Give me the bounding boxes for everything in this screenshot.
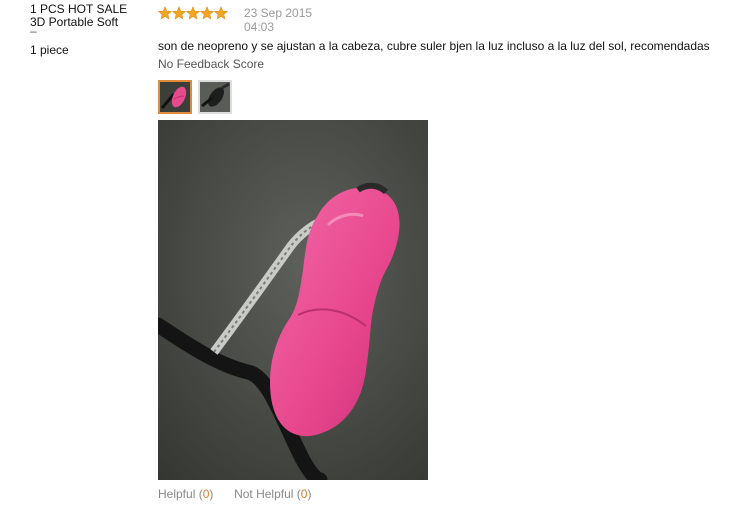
review-photo[interactable] [158, 120, 428, 480]
feedback-score: No Feedback Score [158, 57, 265, 71]
helpfulness-votes: Helpful (0) Not Helpful (0) [158, 487, 311, 501]
not-helpful-button[interactable]: Not Helpful (0) [234, 487, 311, 501]
product-title-line2: 3D Portable Soft [30, 15, 119, 29]
star-icon [214, 6, 228, 20]
star-icon [158, 6, 172, 20]
not-helpful-label: Not Helpful [234, 487, 294, 501]
star-icon [186, 6, 200, 20]
pink-mask-thumbnail[interactable] [158, 80, 192, 114]
black-mask-thumbnail[interactable] [198, 80, 232, 114]
star-rating [158, 6, 228, 20]
helpful-count-close: ) [209, 487, 214, 501]
photo-thumbnails [158, 80, 232, 114]
product-title-dash: – [30, 29, 145, 35]
review-date: 23 Sep 2015 04:03 [244, 6, 312, 34]
helpful-label: Helpful [158, 487, 196, 501]
star-icon [172, 6, 186, 20]
helpful-button[interactable]: Helpful (0) [158, 487, 213, 501]
star-icon [200, 6, 214, 20]
product-title[interactable]: 1 PCS HOT SALE 3D Portable Soft [30, 3, 145, 29]
not-helpful-count-close: ) [307, 487, 312, 501]
review-text: son de neopreno y se ajustan a la cabeza… [158, 39, 710, 53]
product-info: 1 PCS HOT SALE 3D Portable Soft – 1 piec… [30, 3, 145, 57]
sleep-mask-photo [158, 120, 428, 480]
product-quantity: 1 piece [30, 43, 69, 57]
review-date-day: 23 Sep 2015 [244, 6, 313, 20]
review-date-time: 04:03 [244, 20, 275, 34]
